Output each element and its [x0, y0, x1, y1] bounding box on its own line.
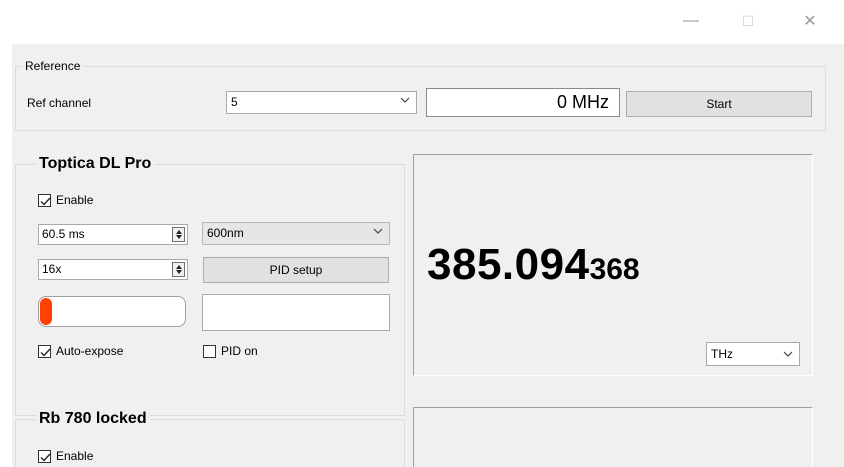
minimize-button[interactable]: — — [676, 8, 706, 34]
ref-channel-value: 5 — [231, 95, 238, 109]
spinner-arrows-icon[interactable] — [172, 262, 185, 277]
start-button[interactable]: Start — [626, 91, 812, 117]
checkbox-unchecked-icon — [203, 344, 216, 358]
exposure-level-fill — [40, 298, 52, 325]
pid-setup-label: PID setup — [269, 263, 323, 277]
toptica-enable-label: Enable — [56, 193, 94, 207]
pid-on-checkbox[interactable]: PID on — [203, 344, 258, 358]
frequency-major-digits: 385.094 — [427, 240, 590, 289]
toptica-status-box — [202, 294, 390, 331]
close-icon: ✕ — [803, 13, 817, 30]
ref-channel-label: Ref channel — [27, 96, 92, 110]
checkbox-checked-icon — [38, 193, 51, 207]
toptica-title: Toptica DL Pro — [36, 155, 155, 173]
client-area: Reference Ref channel 5 0 MHz Start Topt… — [12, 44, 844, 467]
checkbox-checked-icon — [38, 449, 51, 463]
ref-frequency-value: 0 MHz — [556, 92, 609, 112]
exposure-time-stepper[interactable]: 60.5 ms — [38, 224, 188, 245]
toptica-frequency-readout: 385.094368 — [427, 240, 640, 290]
rb780-frequency-display — [413, 407, 813, 467]
auto-expose-label: Auto-expose — [56, 344, 124, 358]
chevron-down-icon — [400, 97, 410, 103]
ref-frequency-readout: 0 MHz — [426, 88, 620, 117]
pid-on-label: PID on — [221, 344, 258, 358]
frequency-unit-select[interactable]: THz — [706, 342, 800, 366]
chevron-down-icon — [783, 351, 793, 357]
maximize-icon: ☐ — [741, 12, 755, 29]
exposure-time-value: 60.5 ms — [42, 227, 85, 241]
close-button[interactable]: ✕ — [795, 8, 825, 34]
checkbox-checked-icon — [38, 344, 51, 358]
frequency-minor-digits: 368 — [589, 253, 640, 286]
title-bar: — ☐ ✕ — [0, 0, 844, 44]
wavelength-select[interactable]: 600nm — [202, 222, 390, 245]
pid-setup-button[interactable]: PID setup — [203, 257, 389, 283]
auto-expose-checkbox[interactable]: Auto-expose — [38, 344, 123, 358]
rb780-title: Rb 780 locked — [36, 410, 150, 428]
frequency-unit-value: THz — [711, 347, 733, 361]
toptica-enable-checkbox[interactable]: Enable — [38, 193, 93, 207]
reference-group-label: Reference — [22, 59, 84, 73]
spinner-arrows-icon[interactable] — [172, 227, 185, 242]
maximize-button[interactable]: ☐ — [733, 8, 763, 34]
minimize-icon: — — [683, 12, 699, 29]
gain-stepper[interactable]: 16x — [38, 259, 188, 280]
ref-channel-select[interactable]: 5 — [226, 91, 417, 114]
wavelength-value: 600nm — [207, 226, 244, 240]
exposure-level-bar — [38, 296, 186, 327]
start-button-label: Start — [706, 97, 732, 111]
chevron-down-icon — [373, 228, 383, 234]
gain-value: 16x — [42, 262, 62, 276]
rb780-enable-label: Enable — [56, 449, 94, 463]
rb780-enable-checkbox[interactable]: Enable — [38, 449, 93, 463]
